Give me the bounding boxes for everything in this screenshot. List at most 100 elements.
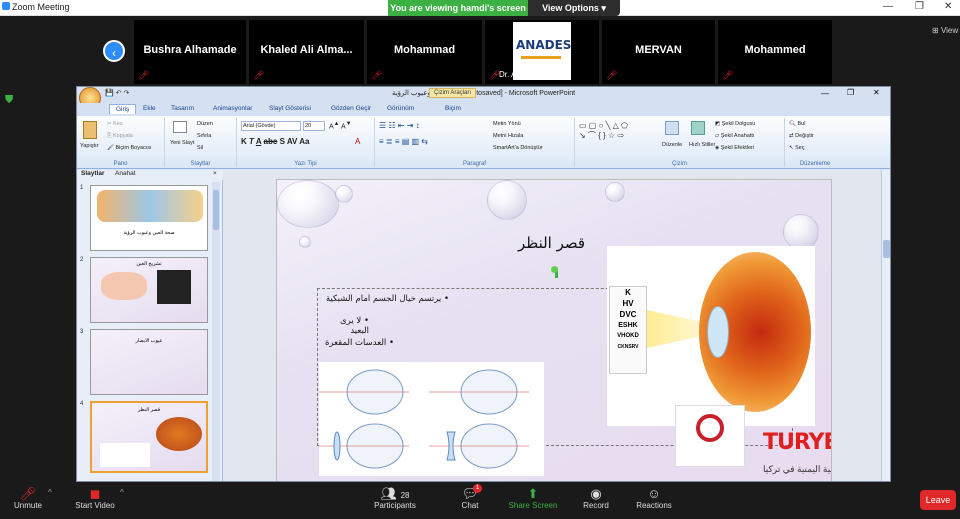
- drawing-tools-context-tab[interactable]: Çizim Araçları: [429, 88, 477, 98]
- list-buttons[interactable]: ☰ ☷ ⇤ ⇥ ↕: [379, 121, 420, 130]
- slide-title[interactable]: قصر النظر: [518, 234, 585, 252]
- slide-thumbnail[interactable]: صحة العين وعيوب الرؤية: [90, 185, 208, 251]
- shape-outline-button[interactable]: ▱ Şekil Anahattı: [715, 133, 754, 139]
- slide-thumbnail-selected[interactable]: قصر النظر: [90, 401, 208, 473]
- participant-name: Dr. ABDULKA...: [499, 70, 556, 79]
- find-button[interactable]: 🔍︎ Bul: [789, 121, 805, 127]
- tab-outline-panel[interactable]: Anahat: [115, 170, 136, 177]
- quick-styles-button[interactable]: Hızlı Stiller: [689, 142, 715, 148]
- align-text-button[interactable]: Metni Hizala: [493, 133, 523, 139]
- copy-button[interactable]: ⎘ Kopyala: [107, 133, 133, 140]
- participant-tile[interactable]: Bushra Alhamade 🎤︎: [134, 20, 246, 84]
- canvas-scrollbar[interactable]: [881, 170, 890, 481]
- group-label: Pano: [113, 161, 128, 167]
- arrange-button[interactable]: Düzenle: [662, 142, 682, 148]
- restore-icon[interactable]: ❐: [915, 1, 924, 12]
- participants-count: 28: [400, 491, 410, 500]
- logo-emblem-icon: [696, 414, 724, 442]
- quick-access-icons[interactable]: 💾 ↶ ↷: [105, 89, 129, 97]
- participant-tile[interactable]: Mohammad 🎤︎: [367, 20, 482, 84]
- scrollbar-thumb[interactable]: [883, 240, 890, 258]
- shapes-gallery[interactable]: ▭ ▢ ○ ╲ △ ⬠ ↘ ⌒ { } ☆ ⇨: [579, 121, 628, 141]
- security-shield-icon[interactable]: ⛊: [5, 94, 13, 107]
- format-painter-button[interactable]: 🖌︎ Biçim Boyacısı: [107, 145, 152, 151]
- restore-icon[interactable]: ❐: [847, 88, 854, 97]
- font-name-select[interactable]: Arial (Gövde): [241, 121, 301, 131]
- window-title: Zoom Meeting: [12, 2, 70, 12]
- close-icon[interactable]: ✕: [873, 88, 880, 97]
- rotate-handle-knob[interactable]: [551, 266, 558, 273]
- thumb-number: 2: [80, 257, 84, 263]
- select-button[interactable]: ↖ Seç: [789, 145, 805, 151]
- view-button[interactable]: ⊞ View: [932, 26, 958, 35]
- thumb-title: تشريح العين: [136, 261, 162, 267]
- tab-slides-panel[interactable]: Slaytlar: [81, 170, 105, 177]
- participant-tile[interactable]: Mohammed 🎤︎: [718, 20, 832, 84]
- slide-thumbnail[interactable]: عيوب الابصار: [90, 329, 208, 395]
- shape-effects-button[interactable]: ◈ Şekil Efektleri: [715, 145, 754, 151]
- chevron-up-icon[interactable]: ^: [120, 488, 124, 497]
- bubble-decoration: [605, 182, 625, 202]
- slide-thumbnail-panel: 1 صحة العين وعيوب الرؤية 2 تشريح العين 3…: [77, 180, 223, 481]
- smartart-button[interactable]: SmartArt'a Dönüştür: [493, 145, 543, 151]
- unmute-button[interactable]: 🎤︎ Unmute: [8, 486, 48, 510]
- panel-scrollbar[interactable]: [212, 182, 220, 481]
- current-slide[interactable]: قصر النظر • يرتسم خيال الجسم امام الشبكي…: [276, 179, 832, 481]
- tab-view[interactable]: Görünüm: [381, 104, 420, 113]
- previous-page-button[interactable]: ‹: [103, 40, 125, 62]
- slide-thumbnail[interactable]: تشريح العين: [90, 257, 208, 323]
- reset-button[interactable]: Sıfırla: [197, 133, 211, 139]
- font-size-select[interactable]: 20: [303, 121, 325, 131]
- paste-button[interactable]: Yapıştır: [80, 143, 99, 149]
- layout-button[interactable]: Düzen: [197, 121, 213, 127]
- tab-insert[interactable]: Ekle: [137, 104, 162, 113]
- format-painter-label: Biçim Boyacısı: [115, 145, 152, 151]
- participant-tile[interactable]: Khaled Ali Alma... 🎤︎: [249, 20, 364, 84]
- close-icon[interactable]: ✕: [944, 1, 952, 12]
- scrollbar-thumb[interactable]: [213, 190, 219, 230]
- start-video-button[interactable]: ◼ Start Video: [70, 486, 120, 510]
- tab-design[interactable]: Tasarım: [165, 104, 200, 113]
- cut-button[interactable]: ✂ Kes: [107, 121, 123, 127]
- tab-home[interactable]: Giriş: [109, 104, 137, 114]
- select-label: Seç: [795, 145, 805, 151]
- text-direction-button[interactable]: Metin Yönü: [493, 121, 521, 127]
- chevron-up-icon[interactable]: ^: [48, 488, 52, 497]
- new-slide-button[interactable]: Yeni Slayt: [170, 140, 194, 146]
- shape-fill-button[interactable]: ◩ Şekil Dolgusu: [715, 121, 755, 127]
- share-screen-button[interactable]: ⬆ Share Screen: [506, 486, 560, 510]
- participants-button[interactable]: 👥︎ 28 Participants: [368, 486, 422, 510]
- view-options-button[interactable]: View Options ▾: [528, 0, 620, 16]
- align-buttons[interactable]: ≡ ≣ ≡ ▤ ▥ ⇆: [379, 137, 428, 146]
- replace-button[interactable]: ⇄ Değiştir: [789, 133, 814, 139]
- tab-format[interactable]: Biçim: [439, 104, 467, 113]
- view-label: View: [940, 26, 959, 35]
- chart-letters: VHOKD: [617, 333, 639, 339]
- record-button[interactable]: ◉ Record: [578, 486, 614, 510]
- format-buttons[interactable]: K T A abc S AV Aa: [241, 137, 310, 146]
- bullet-text: يرتسم خيال الجسم امام الشبكية: [325, 294, 442, 304]
- minimize-icon[interactable]: —: [883, 1, 893, 12]
- tab-review[interactable]: Gözden Geçir: [325, 104, 377, 113]
- reactions-button[interactable]: ☺ Reactions: [632, 486, 676, 510]
- chart-letters: DVC: [619, 310, 637, 319]
- share-screen-icon: ⬆: [527, 486, 539, 501]
- participant-tile[interactable]: ANADES Dr. ABDULKA... 🎤︎: [485, 20, 599, 84]
- video-off-icon: ◼: [89, 486, 101, 501]
- ppt-window-title: صحة العين وعيوب الرؤية [Autosaved] - Mic…: [391, 90, 576, 97]
- bullet-item[interactable]: • يرتسم خيال الجسم امام الشبكية: [319, 294, 449, 304]
- delete-slide-button[interactable]: Sil: [197, 145, 203, 151]
- close-panel-icon[interactable]: ×: [213, 170, 217, 177]
- grow-font-icon[interactable]: A▲ A▼: [329, 121, 351, 130]
- tab-slideshow[interactable]: Slayt Gösterisi: [263, 104, 317, 113]
- bullet-item[interactable]: • لا يرى البعيد: [319, 316, 369, 336]
- minimize-icon[interactable]: —: [821, 89, 829, 98]
- tab-animations[interactable]: Animasyonlar: [207, 104, 258, 113]
- chat-button[interactable]: 💬︎ Chat: [452, 486, 488, 510]
- group-label: Slaytlar: [190, 161, 211, 167]
- bullet-item[interactable]: • العدسات المقعرة: [319, 338, 394, 348]
- participant-tile[interactable]: MERVAN 🎤︎: [602, 20, 715, 84]
- view-options-label: View Options: [542, 3, 599, 13]
- leave-button[interactable]: Leave: [920, 490, 956, 510]
- font-color-icon[interactable]: A: [355, 137, 360, 146]
